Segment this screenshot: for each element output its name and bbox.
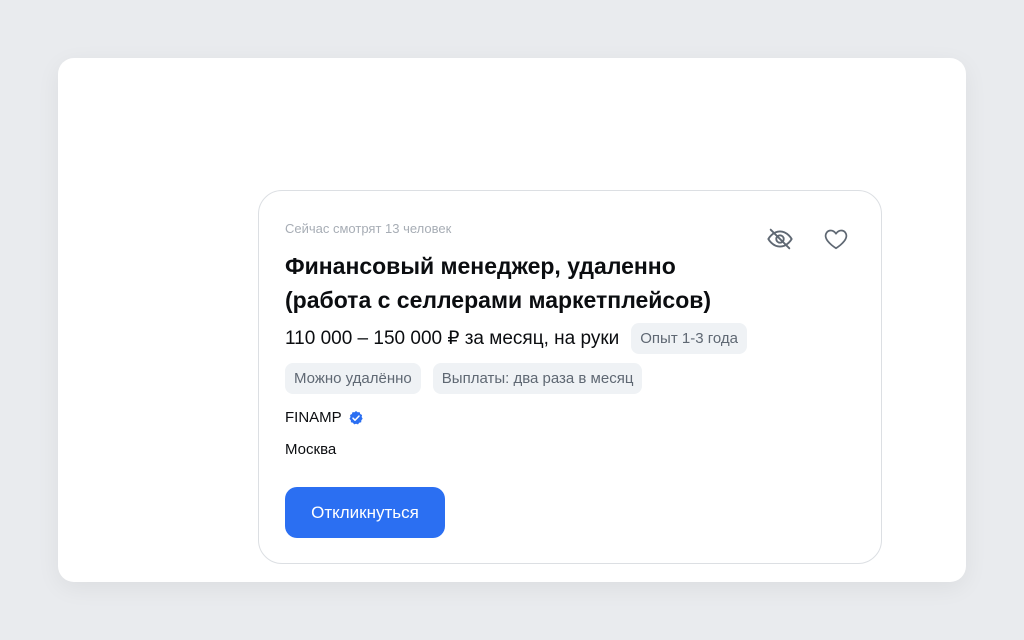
page-panel: Сейчас смотрят 13 человек Финансовый мен… <box>58 58 966 582</box>
apply-button[interactable]: Откликнуться <box>285 487 445 538</box>
eye-off-icon <box>767 228 793 250</box>
city-text: Москва <box>285 441 337 458</box>
vacancy-title-line-2: (работа с селлерами маркетплейсов) <box>285 287 712 313</box>
company-row: FINAMP <box>285 409 364 426</box>
vacancy-title[interactable]: Финансовый менеджер, удаленно (работа с … <box>285 249 755 317</box>
favorite-button[interactable] <box>818 221 854 257</box>
salary-text: 110 000 – 150 000 ₽ за месяц, на руки <box>285 328 620 349</box>
tag-remote: Можно удалённо <box>285 363 421 394</box>
vacancy-title-line-1: Финансовый менеджер, удаленно <box>285 253 676 279</box>
heart-icon <box>824 229 848 250</box>
vacancy-card[interactable]: Сейчас смотрят 13 человек Финансовый мен… <box>258 190 882 564</box>
verified-badge-icon <box>349 410 363 424</box>
hide-vacancy-button[interactable] <box>762 221 798 257</box>
company-name[interactable]: FINAMP <box>285 409 342 426</box>
viewers-count: Сейчас смотрят 13 человек <box>285 221 452 236</box>
experience-tag: Опыт 1-3 года <box>631 323 747 354</box>
salary-row: 110 000 – 150 000 ₽ за месяц, на руки Оп… <box>285 323 747 354</box>
tags-row: Можно удалённо Выплаты: два раза в месяц <box>285 363 643 394</box>
tag-payments: Выплаты: два раза в месяц <box>432 363 643 394</box>
